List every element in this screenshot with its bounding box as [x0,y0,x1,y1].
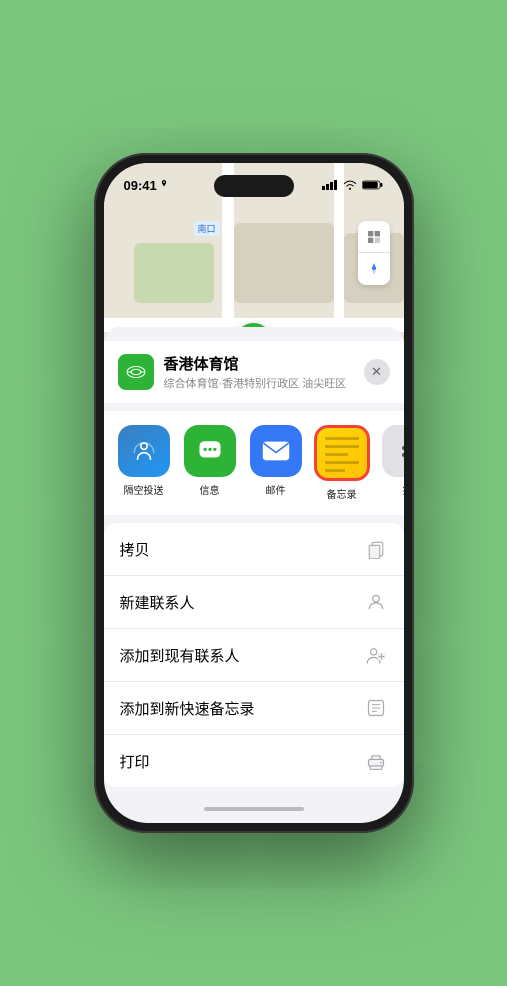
compass-icon [367,262,381,276]
note-line [325,469,345,472]
venue-info: 香港体育馆 综合体育馆·香港特别行政区 油尖旺区 [164,353,354,391]
person-icon [364,590,388,614]
note-line [325,445,359,448]
mail-icon-wrap [250,425,302,477]
quick-note-label: 添加到新快速备忘录 [120,698,255,719]
phone-screen: 09:41 [104,163,404,823]
more-label: 提 [403,482,404,497]
share-more[interactable]: 提 [382,425,404,501]
wifi-icon [343,180,357,190]
printer-icon [364,749,388,773]
share-row: 隔空投送 信息 [104,411,404,515]
signal-icon [322,180,338,190]
map-block [234,223,334,303]
print-label: 打印 [120,751,150,772]
action-add-contact[interactable]: 添加到现有联系人 [104,629,404,682]
venue-subtitle: 综合体育馆·香港特别行政区 油尖旺区 [164,375,354,391]
person-add-icon [364,643,388,667]
action-list: 拷贝 新建联系人 [104,523,404,787]
airdrop-icon [131,438,157,464]
share-notes[interactable]: 备忘录 [316,425,368,501]
mail-label: 邮件 [266,482,286,497]
messages-label: 信息 [200,482,220,497]
time-label: 09:41 [124,178,157,193]
airdrop-icon-wrap [118,425,170,477]
close-button[interactable]: ✕ [364,359,390,385]
messages-icon-wrap [184,425,236,477]
venue-icon [118,354,154,390]
action-new-contact[interactable]: 新建联系人 [104,576,404,629]
status-icons [322,180,384,190]
action-copy[interactable]: 拷贝 [104,523,404,576]
more-dots [402,446,404,457]
share-mail[interactable]: 邮件 [250,425,302,501]
south-entrance-label: 南口 [194,221,220,236]
copy-icon [364,537,388,561]
mail-icon [262,440,290,462]
copy-label: 拷贝 [120,539,150,560]
notes-lines-decoration [319,431,365,476]
map-layer-button[interactable] [358,221,390,253]
action-print[interactable]: 打印 [104,735,404,787]
note-icon [364,696,388,720]
map-block [134,243,214,303]
map-layer-icon [366,229,382,245]
note-line [325,437,359,440]
airdrop-label: 隔空投送 [124,482,164,497]
share-airdrop[interactable]: 隔空投送 [118,425,170,501]
messages-icon [197,438,223,464]
status-time: 09:41 [124,178,168,193]
map-controls[interactable] [358,221,390,285]
share-messages[interactable]: 信息 [184,425,236,501]
bottom-sheet: 香港体育馆 综合体育馆·香港特别行政区 油尖旺区 ✕ 隔空投 [104,327,404,823]
note-line [325,453,349,456]
home-indicator [104,795,404,823]
location-button[interactable] [358,253,390,285]
venue-header: 香港体育馆 综合体育馆·香港特别行政区 油尖旺区 ✕ [104,341,404,403]
home-bar [204,807,304,811]
action-quick-note[interactable]: 添加到新快速备忘录 [104,682,404,735]
notes-icon-wrap [314,425,370,481]
venue-name: 香港体育馆 [164,353,354,374]
notes-label: 备忘录 [327,486,357,501]
phone-frame: 09:41 [94,153,414,833]
more-wrap [382,425,404,477]
venue-logo-icon [125,361,147,383]
battery-icon [362,180,384,190]
new-contact-label: 新建联系人 [120,592,195,613]
more-icon-wrap [382,425,404,477]
location-icon [160,180,168,190]
dynamic-island [214,175,294,197]
note-line [325,461,359,464]
add-contact-label: 添加到现有联系人 [120,645,240,666]
